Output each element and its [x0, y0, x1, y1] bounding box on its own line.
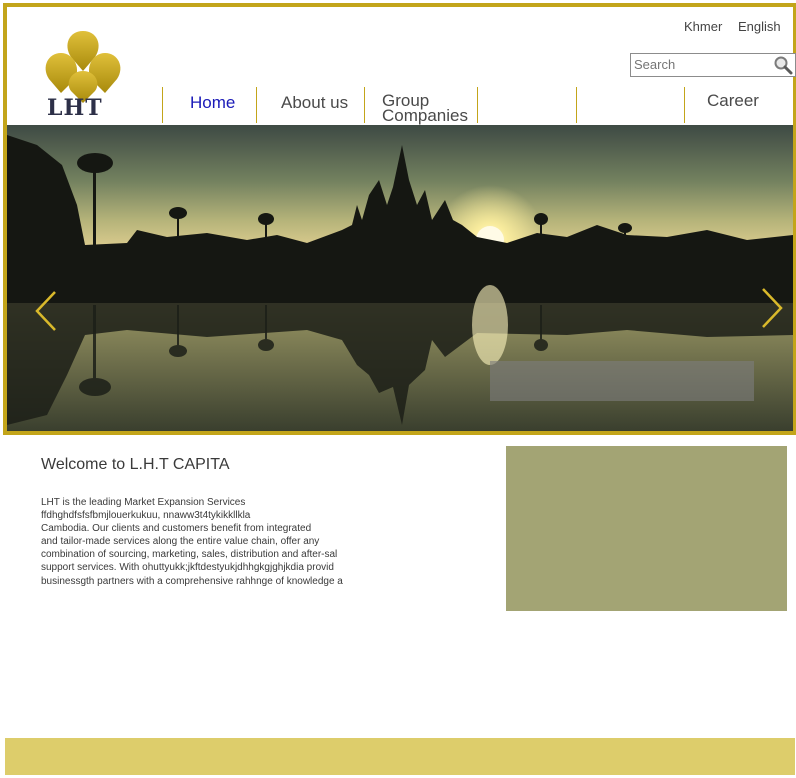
nav-divider	[576, 87, 577, 123]
intro-line: ffdhghdfsfsfbmjlouerkukuu, nnaww3t4tykik…	[41, 510, 251, 522]
nav-divider	[364, 87, 365, 123]
intro-line: and tailor-made services along the entir…	[41, 536, 320, 548]
site-header: LHT Khmer English Home About us Group Co…	[3, 3, 796, 130]
side-panel	[506, 446, 787, 611]
nav-divider	[162, 87, 163, 123]
chevron-left-icon[interactable]	[35, 290, 57, 332]
nav-home[interactable]: Home	[190, 94, 235, 111]
nav-divider	[684, 87, 685, 123]
intro-line: LHT is the leading Market Expansion Serv…	[41, 497, 246, 508]
intro-line: combination of sourcing, marketing, sale…	[41, 549, 338, 561]
welcome-title: Welcome to L.H.T CAPITA	[41, 456, 230, 473]
hero-slider	[3, 125, 796, 435]
logo-text: LHT	[47, 95, 103, 121]
language-english-link[interactable]: English	[738, 19, 781, 34]
search-input[interactable]	[634, 56, 768, 72]
nav-divider	[256, 87, 257, 123]
nav-group-line2: Companies	[382, 106, 468, 125]
slide-caption-box	[490, 361, 754, 401]
intro-line: Cambodia. Our clients and customers bene…	[41, 523, 312, 535]
intro-text: LHT is the leading Market Expansion Serv…	[41, 496, 371, 588]
language-khmer-link[interactable]: Khmer	[684, 19, 722, 34]
nav-career[interactable]: Career	[707, 92, 759, 109]
intro-line: support services. With ohuttyukk;jkftdes…	[41, 562, 334, 574]
search-icon[interactable]	[773, 55, 793, 75]
chevron-right-icon[interactable]	[761, 287, 783, 329]
nav-group-companies[interactable]: Group Companies	[382, 92, 468, 125]
search-box	[630, 53, 796, 77]
site-footer	[5, 738, 795, 775]
nav-about-us[interactable]: About us	[281, 94, 348, 111]
intro-line: businessgth partners with a comprehensiv…	[41, 575, 343, 587]
nav-divider	[477, 87, 478, 123]
